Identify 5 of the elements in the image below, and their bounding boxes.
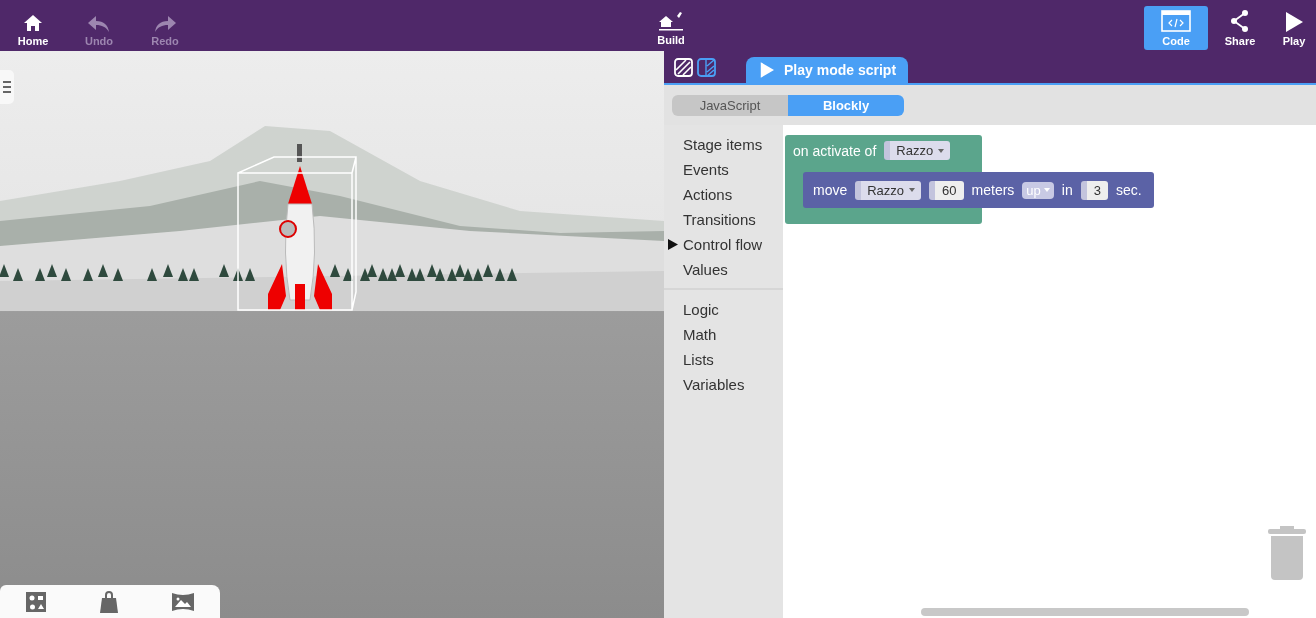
- block-label: move: [813, 182, 848, 198]
- block-label: sec.: [1115, 182, 1142, 198]
- block-label: on activate of: [793, 142, 877, 159]
- block-label: meters: [971, 182, 1015, 198]
- block-label: in: [1061, 182, 1073, 198]
